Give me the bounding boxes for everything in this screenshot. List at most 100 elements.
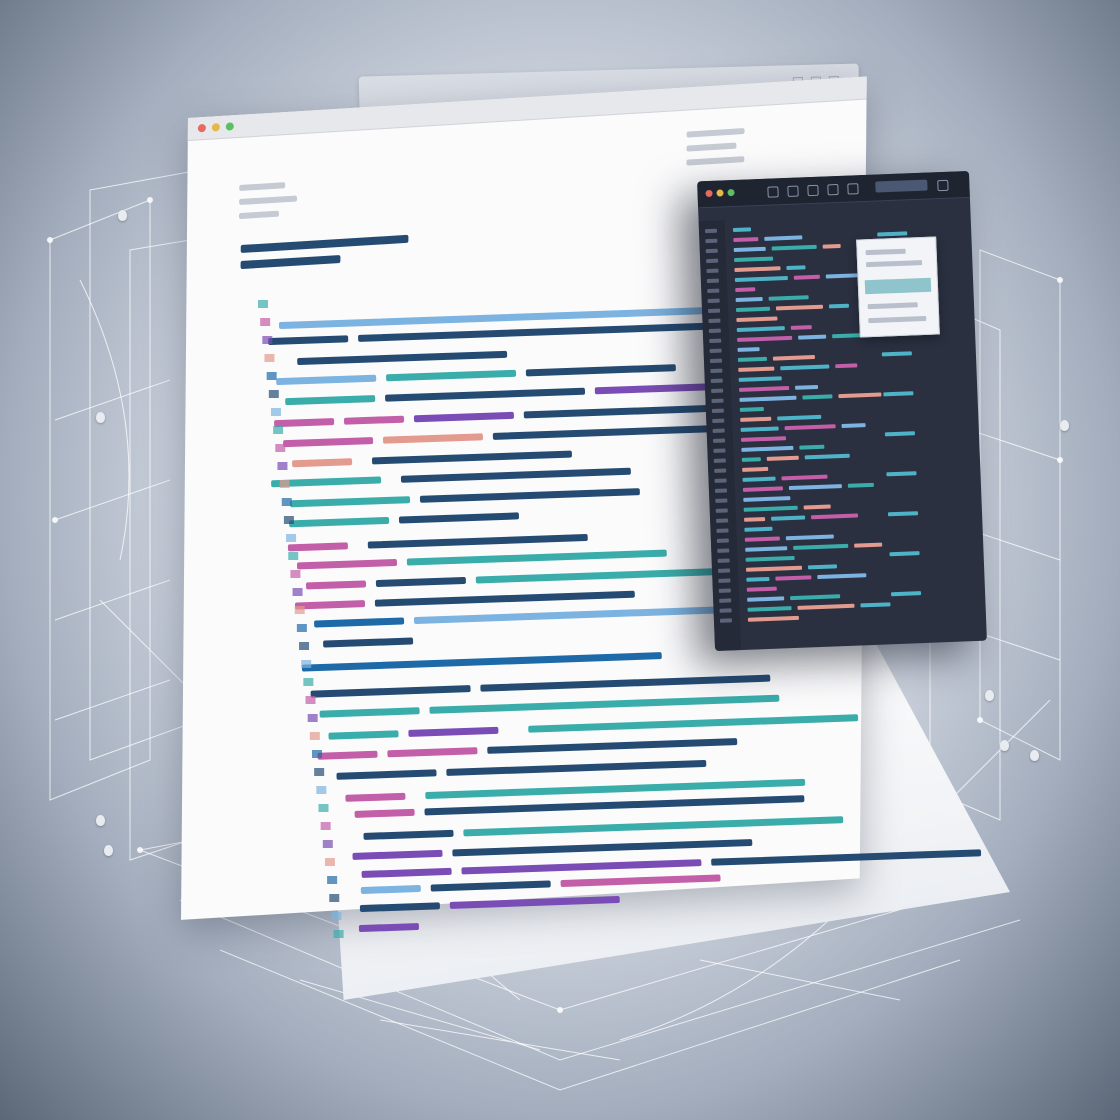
code-token bbox=[838, 392, 882, 399]
code-token bbox=[744, 517, 766, 522]
code-token bbox=[784, 424, 836, 431]
code-token bbox=[886, 471, 917, 477]
popup-line bbox=[866, 260, 923, 268]
code-token bbox=[883, 391, 914, 397]
line-number bbox=[711, 408, 724, 413]
code-token bbox=[738, 376, 782, 382]
code-token bbox=[799, 444, 825, 450]
code-token bbox=[771, 515, 806, 521]
placeholder-line bbox=[239, 182, 286, 192]
code-token bbox=[739, 395, 797, 402]
code-token bbox=[745, 565, 803, 572]
placeholder-line bbox=[686, 156, 745, 166]
code-token bbox=[743, 505, 798, 512]
code-token bbox=[777, 414, 822, 421]
line-number bbox=[719, 598, 732, 603]
code-token bbox=[790, 594, 841, 601]
code-token bbox=[798, 334, 827, 340]
line-number bbox=[717, 548, 730, 553]
line-number bbox=[715, 508, 728, 513]
line-number bbox=[704, 228, 718, 234]
code-token bbox=[881, 351, 912, 357]
code-token bbox=[822, 243, 841, 249]
popup-line bbox=[867, 302, 918, 310]
line-number bbox=[716, 518, 729, 523]
close-dot[interactable] bbox=[197, 123, 206, 133]
code-token bbox=[733, 246, 766, 253]
line-number bbox=[705, 238, 718, 244]
heading-bar bbox=[240, 234, 409, 254]
line-number bbox=[709, 358, 723, 364]
minimize-dot[interactable] bbox=[211, 123, 220, 132]
code-token bbox=[737, 356, 768, 362]
popup-line bbox=[868, 315, 927, 324]
line-number bbox=[719, 618, 733, 623]
heading-bar bbox=[240, 254, 341, 270]
minimize-dot[interactable] bbox=[716, 189, 724, 197]
line-number bbox=[706, 268, 719, 274]
code-token bbox=[775, 575, 812, 581]
code-token bbox=[786, 265, 806, 271]
code-token bbox=[780, 364, 830, 371]
code-token bbox=[817, 573, 867, 580]
toolbar-field[interactable] bbox=[875, 179, 928, 193]
illustration-scene bbox=[0, 0, 1120, 1120]
line-number bbox=[708, 318, 721, 324]
code-token bbox=[737, 347, 760, 352]
search-icon[interactable] bbox=[827, 183, 839, 196]
code-token bbox=[768, 295, 809, 301]
line-number bbox=[718, 578, 731, 583]
node-bubble bbox=[96, 815, 105, 826]
settings-icon[interactable] bbox=[807, 184, 819, 197]
code-token bbox=[742, 466, 769, 472]
line-number bbox=[713, 448, 726, 453]
file-icon[interactable] bbox=[767, 186, 779, 198]
code-token bbox=[793, 274, 820, 280]
line-number bbox=[713, 458, 726, 463]
code-token bbox=[810, 513, 859, 520]
node-bubble bbox=[1030, 750, 1039, 761]
code-token bbox=[807, 564, 838, 570]
maximize-dot[interactable] bbox=[225, 122, 234, 131]
node-bubble bbox=[96, 412, 105, 423]
code-token bbox=[841, 423, 866, 429]
code-token bbox=[735, 306, 771, 312]
node-bubble bbox=[1000, 740, 1009, 751]
line-number bbox=[716, 528, 729, 533]
code-token bbox=[797, 603, 855, 610]
line-number bbox=[714, 468, 727, 473]
code-token bbox=[747, 615, 799, 622]
code-token bbox=[734, 256, 774, 263]
code-token bbox=[772, 355, 815, 361]
placeholder-line bbox=[686, 128, 745, 138]
play-icon[interactable] bbox=[847, 183, 859, 195]
code-token bbox=[847, 482, 874, 488]
code-token bbox=[741, 445, 794, 452]
code-token bbox=[738, 366, 775, 372]
line-number bbox=[705, 248, 718, 254]
line-number bbox=[715, 498, 728, 503]
code-token bbox=[735, 296, 763, 302]
code-token bbox=[804, 453, 850, 460]
code-token bbox=[785, 534, 834, 541]
code-token bbox=[771, 244, 817, 251]
code-token bbox=[744, 526, 773, 532]
code-token bbox=[860, 602, 891, 608]
code-editor-window bbox=[697, 170, 987, 652]
code-token bbox=[802, 394, 833, 400]
code-token bbox=[740, 426, 779, 432]
code-token bbox=[739, 406, 764, 412]
popup-selected-item[interactable] bbox=[864, 277, 932, 295]
node-bubble bbox=[1060, 420, 1069, 431]
close-dot[interactable] bbox=[705, 189, 713, 198]
gear-icon[interactable] bbox=[937, 179, 949, 192]
code-token bbox=[735, 287, 756, 293]
code-token bbox=[828, 303, 850, 309]
line-number bbox=[711, 388, 724, 394]
code-token bbox=[884, 431, 915, 437]
folder-icon[interactable] bbox=[787, 185, 799, 197]
line-number bbox=[710, 368, 723, 374]
line-number bbox=[712, 438, 726, 443]
maximize-dot[interactable] bbox=[727, 188, 735, 197]
code-token bbox=[745, 546, 788, 552]
